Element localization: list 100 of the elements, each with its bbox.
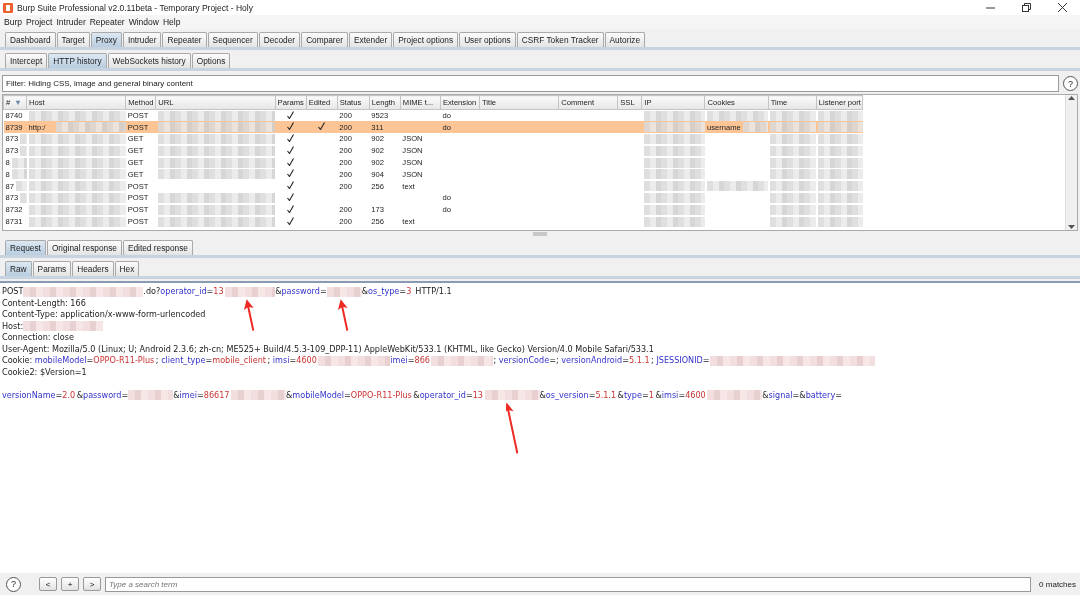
blurred-redaction: [431, 355, 494, 366]
request-text: =: [86, 355, 94, 367]
request-text: ;: [651, 355, 655, 367]
close-icon[interactable]: [1057, 3, 1067, 12]
main-tab[interactable]: Project options: [393, 32, 459, 47]
request-text: .do?: [143, 286, 161, 298]
sub-tab[interactable]: WebSockets history: [107, 53, 191, 68]
help-button[interactable]: ?: [6, 576, 21, 592]
request-text: =: [206, 286, 214, 298]
request-text: imsi: [661, 389, 679, 401]
request-text: 86617: [203, 389, 230, 401]
request-text: Content-Length: 166: [2, 297, 86, 309]
main-tab[interactable]: Comparer: [301, 32, 348, 47]
message-tab[interactable]: Request: [5, 240, 46, 255]
search-nav-button[interactable]: +: [61, 577, 79, 591]
request-text: os_type: [368, 286, 400, 298]
main-tab[interactable]: CSRF Token Tracker: [516, 32, 604, 47]
request-text: 2.0: [62, 389, 76, 401]
scrollbar[interactable]: [1065, 95, 1077, 230]
view-tab[interactable]: Headers: [72, 261, 114, 276]
restore-icon[interactable]: [1021, 3, 1031, 12]
request-text: &: [539, 389, 546, 401]
request-text: mobileModel: [34, 355, 87, 367]
request-text: =: [622, 355, 629, 367]
request-text: =: [465, 389, 473, 401]
request-text: 5.1.1: [629, 355, 650, 367]
blurred-redaction: [128, 390, 174, 401]
request-text: =: [399, 286, 407, 298]
request-text: client_type: [161, 355, 206, 367]
main-tab[interactable]: User options: [459, 32, 516, 47]
request-text: 1: [648, 389, 654, 401]
scroll-down-icon[interactable]: [1068, 224, 1075, 230]
request-text: &: [413, 389, 420, 401]
message-tab[interactable]: Original response: [46, 240, 122, 255]
request-text: =&: [792, 389, 806, 401]
view-tab[interactable]: Params: [32, 261, 72, 276]
main-tab[interactable]: Sequencer: [207, 32, 258, 47]
request-text: &: [76, 389, 83, 401]
request-text: &: [173, 389, 180, 401]
request-text: JSESSIONID: [656, 355, 703, 367]
message-tab[interactable]: Edited response: [122, 240, 193, 255]
filter-bar[interactable]: Filter: Hiding CSS, image and general binary content: [2, 75, 1059, 92]
request-text: Content-Type: application/x-www-form-urlencoded: [2, 309, 206, 321]
request-text: HTTP/1.1: [414, 286, 452, 298]
sub-tab[interactable]: Options: [191, 53, 231, 68]
main-tab[interactable]: Repeater: [162, 32, 207, 47]
main-tab[interactable]: Proxy: [90, 32, 122, 47]
main-tab[interactable]: Decoder: [258, 32, 301, 47]
view-tab[interactable]: Hex: [114, 261, 140, 276]
request-text: ;: [267, 355, 272, 367]
request-text: operator_id: [419, 389, 466, 401]
request-text: &: [655, 389, 662, 401]
sub-tab[interactable]: Intercept: [5, 53, 48, 68]
blurred-redaction: [231, 390, 286, 401]
splitter-handle[interactable]: [533, 232, 547, 236]
annotation-arrow: [338, 298, 351, 331]
request-text: imsi: [272, 355, 290, 367]
menu-item[interactable]: Window: [128, 17, 159, 27]
window-title: Burp Suite Professional v2.0.11beta - Temporary Project - Holy: [17, 2, 254, 13]
request-text: OPPO-R11-Plus: [350, 389, 412, 401]
scroll-up-icon[interactable]: [1068, 95, 1075, 101]
request-text: =: [407, 355, 415, 367]
main-tab[interactable]: Dashboard: [5, 32, 56, 47]
request-text: password: [281, 286, 320, 298]
request-text: =: [289, 355, 297, 367]
main-tab[interactable]: Target: [56, 32, 90, 47]
request-text: imei: [390, 355, 408, 367]
main-tab[interactable]: Extender: [349, 32, 393, 47]
match-count: 0 matches: [1039, 579, 1076, 589]
request-text: =: [835, 389, 842, 401]
menu-item[interactable]: Burp: [4, 17, 22, 27]
menu-item[interactable]: Intruder: [56, 17, 86, 27]
request-text: =: [588, 389, 596, 401]
request-text: 866: [414, 355, 430, 367]
request-text: signal: [768, 389, 793, 401]
help-button[interactable]: ?: [1063, 76, 1078, 91]
menu-item[interactable]: Help: [162, 17, 181, 27]
main-tab[interactable]: Autorize: [604, 32, 645, 47]
request-text: battery: [805, 389, 836, 401]
main-tab[interactable]: Intruder: [122, 32, 162, 47]
request-text: imei: [179, 389, 197, 401]
search-field[interactable]: Type a search term: [105, 576, 1032, 592]
request-text: =;: [549, 355, 560, 367]
request-text: Cookie2: $Version=1: [2, 366, 87, 378]
request-text: &: [762, 389, 769, 401]
request-text: =: [121, 389, 129, 401]
annotation-arrow: [506, 402, 518, 455]
menu-item[interactable]: Repeater: [89, 17, 125, 27]
request-text: os_version: [545, 389, 589, 401]
request-text: operator_id: [160, 286, 207, 298]
request-text: &: [361, 286, 369, 298]
request-text: Host:: [2, 320, 24, 332]
request-text: versionName: [2, 389, 56, 401]
view-tab[interactable]: Raw: [5, 261, 32, 276]
menu-item[interactable]: Project: [25, 17, 53, 27]
search-nav-button[interactable]: <: [39, 577, 57, 591]
request-text: mobileModel: [292, 389, 345, 401]
sub-tab[interactable]: HTTP history: [48, 53, 107, 68]
request-text: &: [286, 389, 293, 401]
search-nav-button[interactable]: >: [83, 577, 101, 591]
